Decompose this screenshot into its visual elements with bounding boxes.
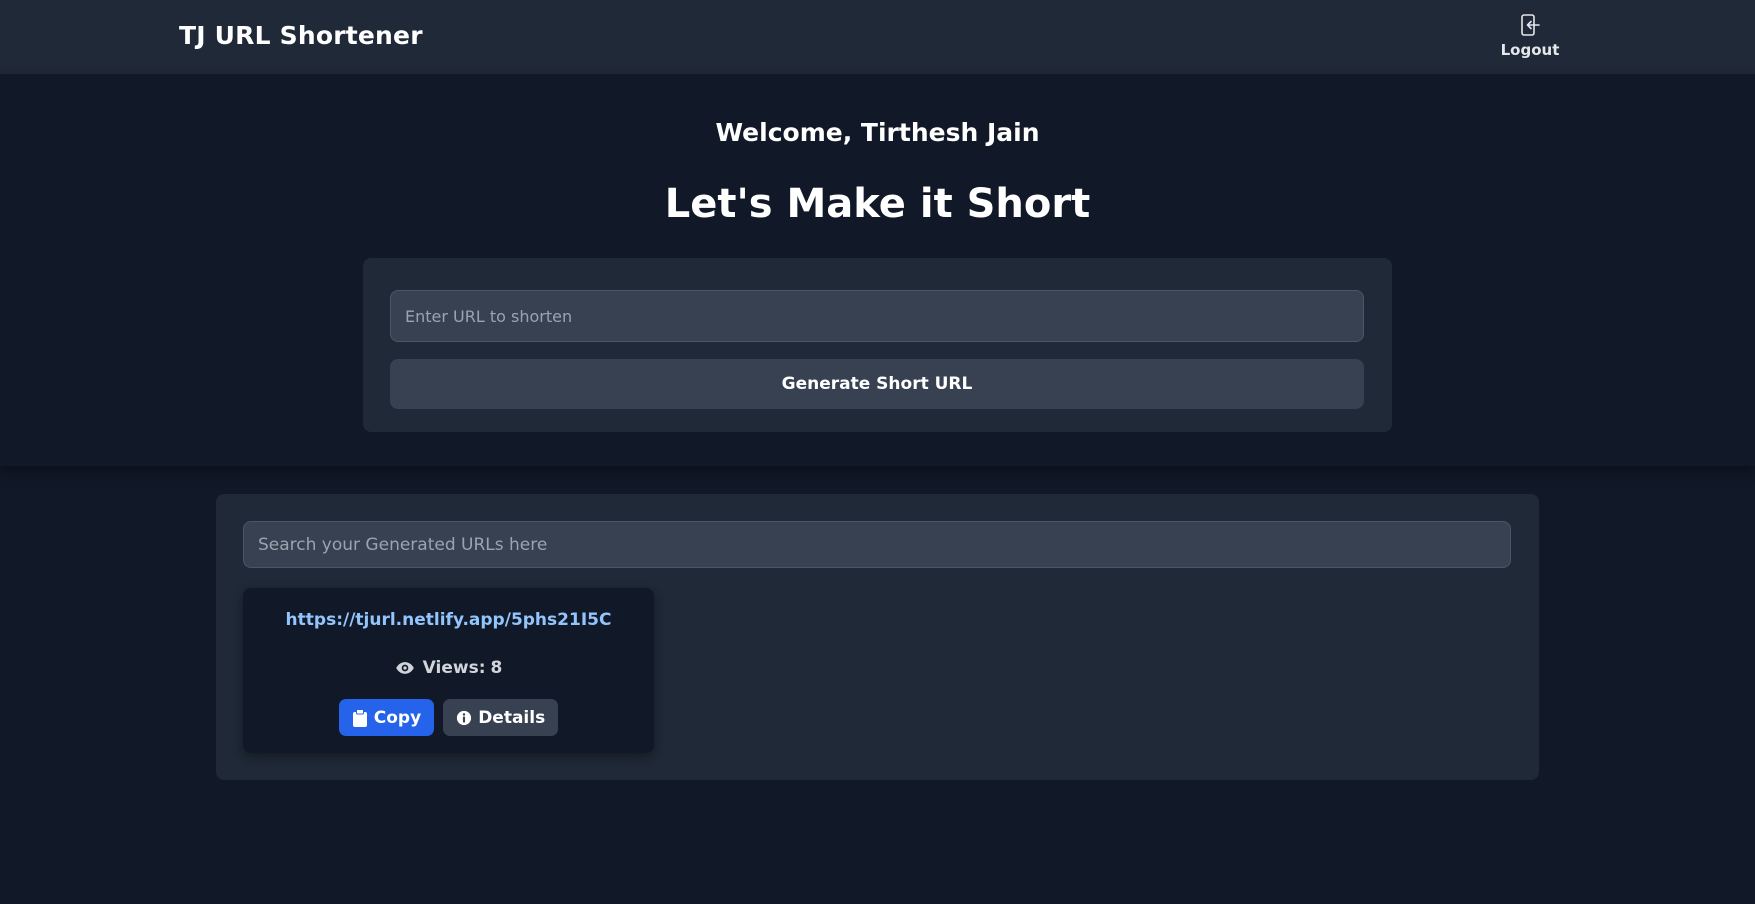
copy-button[interactable]: Copy bbox=[338, 699, 435, 736]
logout-icon bbox=[1521, 14, 1540, 36]
shorten-form-card: Generate Short URL bbox=[363, 258, 1392, 432]
card-actions: Copy Details bbox=[243, 699, 654, 736]
search-input[interactable] bbox=[243, 521, 1511, 568]
hero-section: Welcome, Tirthesh Jain Let's Make it Sho… bbox=[0, 74, 1755, 466]
info-icon bbox=[457, 710, 472, 725]
details-label: Details bbox=[478, 707, 546, 728]
copy-label: Copy bbox=[373, 707, 422, 728]
logout-label: Logout bbox=[1500, 41, 1560, 59]
views-label: Views: bbox=[422, 658, 486, 678]
generate-short-url-button[interactable]: Generate Short URL bbox=[390, 359, 1364, 409]
clipboard-icon bbox=[352, 708, 367, 727]
top-navbar: TJ URL Shortener Logout bbox=[0, 0, 1755, 74]
url-card: https://tjurl.netlify.app/5phs21I5C View… bbox=[243, 588, 654, 753]
url-input[interactable] bbox=[390, 290, 1364, 342]
views-count: Views: 8 bbox=[243, 658, 654, 678]
views-value: 8 bbox=[490, 658, 503, 678]
details-button[interactable]: Details bbox=[443, 699, 559, 736]
generated-urls-panel: https://tjurl.netlify.app/5phs21I5C View… bbox=[216, 494, 1539, 780]
brand-title[interactable]: TJ URL Shortener bbox=[179, 21, 423, 50]
eye-icon bbox=[395, 662, 414, 674]
logout-button[interactable]: Logout bbox=[1488, 12, 1572, 64]
welcome-message: Welcome, Tirthesh Jain bbox=[715, 118, 1040, 147]
short-url-link[interactable]: https://tjurl.netlify.app/5phs21I5C bbox=[243, 610, 654, 630]
page-title: Let's Make it Short bbox=[664, 181, 1091, 227]
